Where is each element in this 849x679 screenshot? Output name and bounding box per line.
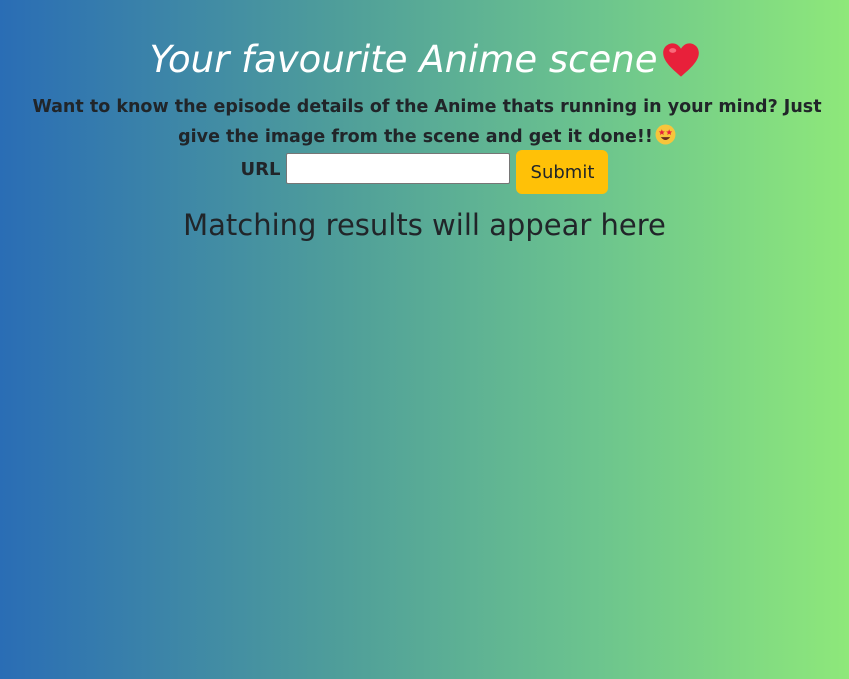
heart-icon (662, 43, 699, 77)
url-label: URL (240, 159, 281, 180)
star-struck-face-icon (655, 124, 676, 145)
submit-button[interactable]: Submit (516, 150, 609, 194)
page-title: Your favourite Anime scene (0, 38, 849, 81)
results-placeholder: Matching results will appear here (183, 208, 666, 242)
url-form: URL Submit (0, 150, 849, 194)
url-input[interactable] (286, 153, 511, 184)
intro-text-content: Want to know the episode details of the … (32, 97, 822, 147)
page-title-text: Your favourite Anime scene (149, 38, 658, 81)
intro-text: Want to know the episode details of the … (14, 92, 840, 152)
